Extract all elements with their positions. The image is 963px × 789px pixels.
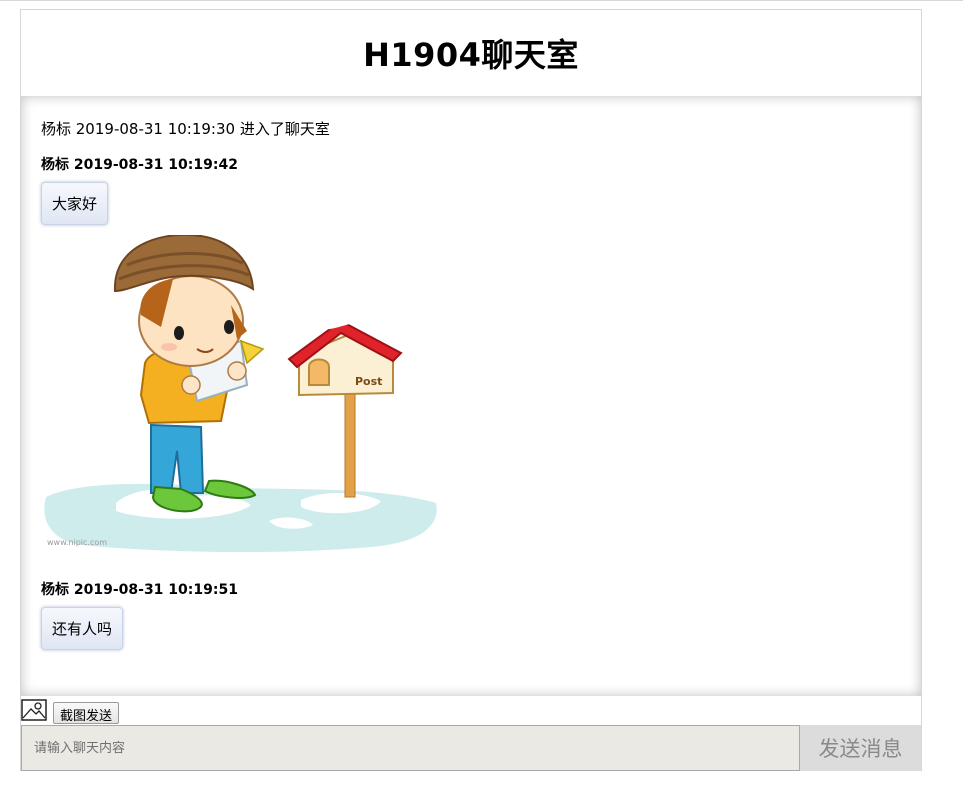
chat-header: H1904聊天室	[21, 10, 921, 96]
send-message-button[interactable]: 发送消息	[800, 725, 921, 771]
message-meta: 杨标 2019-08-31 10:19:51	[41, 582, 238, 598]
composer: 发送消息	[21, 725, 921, 771]
chat-window: H1904聊天室 杨标 2019-08-31 10:19:30 进入了聊天室 杨…	[20, 9, 922, 771]
chat-title: H1904聊天室	[363, 36, 579, 74]
page-top-rule	[0, 0, 963, 4]
message-meta: 杨标 2019-08-31 10:19:42	[41, 157, 238, 173]
image-watermark: www.nipic.com	[47, 538, 107, 547]
image-message[interactable]: Post www.nipic.com	[41, 235, 443, 555]
mailbox-post-label: Post	[355, 375, 382, 388]
message-item: 杨标 2019-08-31 10:19:42 大家好	[41, 154, 901, 225]
screenshot-send-button[interactable]: 截图发送	[53, 702, 120, 724]
chat-toolbar: 截图发送	[21, 696, 921, 724]
message-bubble: 还有人吗	[41, 607, 124, 650]
system-notice: 杨标 2019-08-31 10:19:30 进入了聊天室	[41, 120, 330, 138]
image-upload-icon[interactable]	[21, 699, 47, 721]
message-input[interactable]	[21, 725, 800, 771]
message-list[interactable]: 杨标 2019-08-31 10:19:30 进入了聊天室 杨标 2019-08…	[21, 96, 921, 696]
message-item: 杨标 2019-08-31 10:19:51 还有人吗	[41, 579, 901, 650]
message-bubble: 大家好	[41, 182, 109, 225]
